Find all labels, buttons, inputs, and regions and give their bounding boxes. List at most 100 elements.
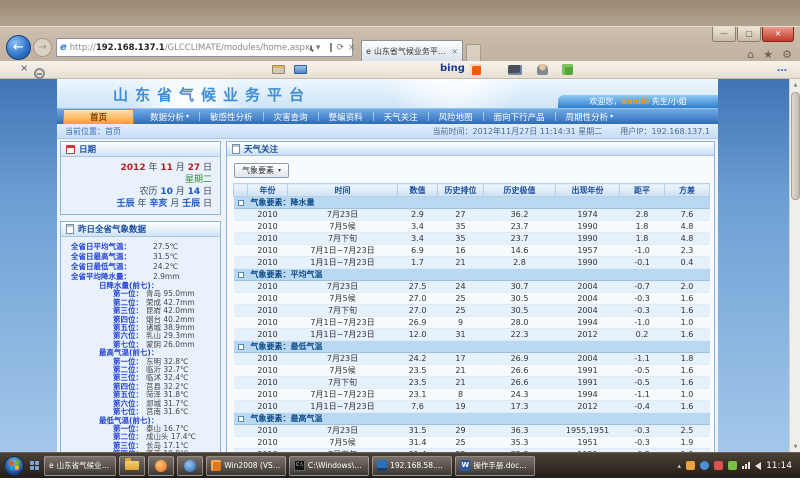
tray-orange-icon[interactable] (686, 461, 695, 470)
taskbar-window-button[interactable]: W操作手册.docx ... (455, 456, 535, 476)
sidebar: 日期 2012 年 11 月 27 日星期二农历 10 月 14 日壬辰 年 辛… (60, 141, 221, 453)
taskbar-media-button[interactable] (148, 456, 174, 476)
refresh-icon[interactable]: ⟳ (336, 43, 344, 53)
forward-button[interactable]: → (33, 38, 52, 57)
column-header[interactable]: 历史极值 (484, 184, 556, 197)
table-cell: 0.4 (665, 257, 710, 269)
calendar-text: 壬辰 (182, 199, 200, 209)
column-header[interactable]: 时间 (288, 184, 398, 197)
puzzle-icon[interactable] (562, 64, 573, 75)
table-cell: 1.0 (665, 389, 710, 401)
mail-icon[interactable] (294, 65, 307, 74)
taskbar-window-button[interactable]: Win2008 (VS2... (206, 456, 286, 476)
table-cell: 2.9 (398, 209, 438, 221)
stop-icon[interactable]: × (348, 43, 356, 53)
nav-item-7[interactable]: 风险地图 (429, 110, 483, 124)
table-cell: 2010 (248, 221, 288, 233)
taskbar-window-button[interactable]: C:\C:\Windows\s... (289, 456, 369, 476)
section-checkbox[interactable] (238, 416, 244, 422)
search-dropdown-icon[interactable]: ▾ (316, 43, 321, 53)
weather-focus-header: 天气关注 (227, 142, 714, 156)
table-row: 20107月23日24.21726.92004-1.11.8 (234, 353, 710, 365)
stat-link[interactable]: 全省日最高气温： (71, 252, 153, 262)
taskbar-app-button[interactable] (177, 456, 203, 476)
start-button[interactable] (4, 456, 24, 476)
taskbar-folder-button[interactable] (119, 456, 145, 476)
table-cell: 7月5候 (288, 293, 398, 305)
network-icon[interactable] (742, 462, 750, 469)
volume-icon[interactable] (755, 462, 761, 470)
section-checkbox[interactable] (238, 272, 244, 278)
compatibility-view-icon[interactable] (330, 43, 332, 52)
calendar-text: 27 (188, 163, 201, 173)
tray-blue-icon[interactable] (700, 461, 709, 470)
home-icon[interactable]: ⌂ (747, 48, 754, 61)
stat-value: 27.5℃ (153, 242, 178, 252)
column-header[interactable]: 出现年份 (556, 184, 620, 197)
table-cell: 2.3 (665, 245, 710, 257)
nav-item-5[interactable]: 整编资料 (319, 110, 373, 124)
table-cell: -0.3 (620, 425, 665, 437)
section-checkbox[interactable] (238, 200, 244, 206)
nav-item-6[interactable]: 天气关注 (374, 110, 428, 124)
nav-item-2[interactable]: 数据分析▾ (140, 110, 199, 124)
column-header[interactable]: 方差 (665, 184, 710, 197)
person-icon[interactable] (537, 64, 548, 75)
tools-gear-icon[interactable]: ⚙ (782, 48, 792, 61)
stat-link[interactable]: 全省日平均气温： (71, 242, 153, 252)
more-options-icon[interactable]: … (777, 63, 788, 74)
bing-app-icon[interactable] (470, 64, 481, 75)
panel-close-icon[interactable]: × (20, 63, 28, 74)
taskbar-window-button[interactable]: 192.168.58.99... (372, 456, 452, 476)
table-cell: -0.5 (620, 365, 665, 377)
nav-item-3[interactable]: 敏感性分析 (200, 110, 263, 124)
address-bar[interactable]: e http://192.168.137.1/GLCCLIMATE/module… (56, 38, 353, 57)
column-header[interactable]: 历史排位 (438, 184, 484, 197)
table-cell: 26.6 (484, 377, 556, 389)
table-cell: 7月下旬 (288, 233, 398, 245)
table-cell: 2.8 (484, 257, 556, 269)
ie-icon: e (49, 461, 54, 470)
stat-link[interactable]: 全省日最低气温： (71, 262, 153, 272)
table-cell: 27 (438, 209, 484, 221)
column-header[interactable]: 距平 (620, 184, 665, 197)
column-header[interactable]: 年份 (248, 184, 288, 197)
scrollbar-thumb[interactable] (791, 92, 800, 200)
table-cell: 7月23日 (288, 353, 398, 365)
tab-close-icon[interactable]: × (451, 47, 458, 56)
nav-item-1[interactable]: 首页 (63, 109, 134, 125)
circle-dash-icon[interactable] (34, 68, 45, 79)
table-row: 20101月1日~7月23日12.03122.320120.21.6 (234, 329, 710, 341)
section-checkbox[interactable] (238, 344, 244, 350)
table-cell: 27.0 (398, 293, 438, 305)
card-icon[interactable] (272, 65, 285, 74)
table-cell: 31.5 (398, 425, 438, 437)
bing-toolbar-logo[interactable]: bing (440, 63, 465, 74)
nav-item-4[interactable]: 灾害查询 (264, 110, 318, 124)
taskbar-active-window[interactable]: e 山东省气候业务平... (44, 456, 116, 476)
back-button[interactable]: ← (6, 35, 31, 60)
hidden-icons-arrow[interactable]: ▴ (678, 462, 682, 470)
table-row: 20107月下旬3.43523.719901.84.8 (234, 233, 710, 245)
new-tab-button[interactable] (466, 44, 481, 61)
table-cell: 7月5候 (288, 221, 398, 233)
table-cell: 24 (438, 281, 484, 293)
nav-item-8[interactable]: 面向下行产品 (484, 110, 555, 124)
column-header[interactable]: 数值 (398, 184, 438, 197)
browser-tab[interactable]: e 山东省气候业务平... × (361, 40, 463, 61)
table-cell: 35 (438, 221, 484, 233)
taskbar-small-icon[interactable] (27, 457, 41, 475)
tray-green-icon[interactable] (728, 461, 737, 470)
scroll-up-icon[interactable]: ▲ (790, 79, 800, 91)
page-scrollbar[interactable]: ▲ ▼ (789, 79, 800, 453)
taskbar-clock[interactable]: 11:14 (766, 461, 796, 471)
nav-item-9[interactable]: 周期性分析▾ (556, 110, 624, 124)
camera-icon[interactable] (508, 65, 522, 75)
favorites-star-icon[interactable]: ★ (763, 48, 773, 61)
nav-item-label: 数据分析 (150, 111, 184, 123)
table-cell: 7月5候 (288, 365, 398, 377)
tray-red-icon[interactable] (714, 461, 723, 470)
search-icon[interactable] (310, 45, 312, 51)
table-cell: 2010 (248, 389, 288, 401)
element-filter-button[interactable]: 气象要素 ▾ (234, 163, 289, 178)
